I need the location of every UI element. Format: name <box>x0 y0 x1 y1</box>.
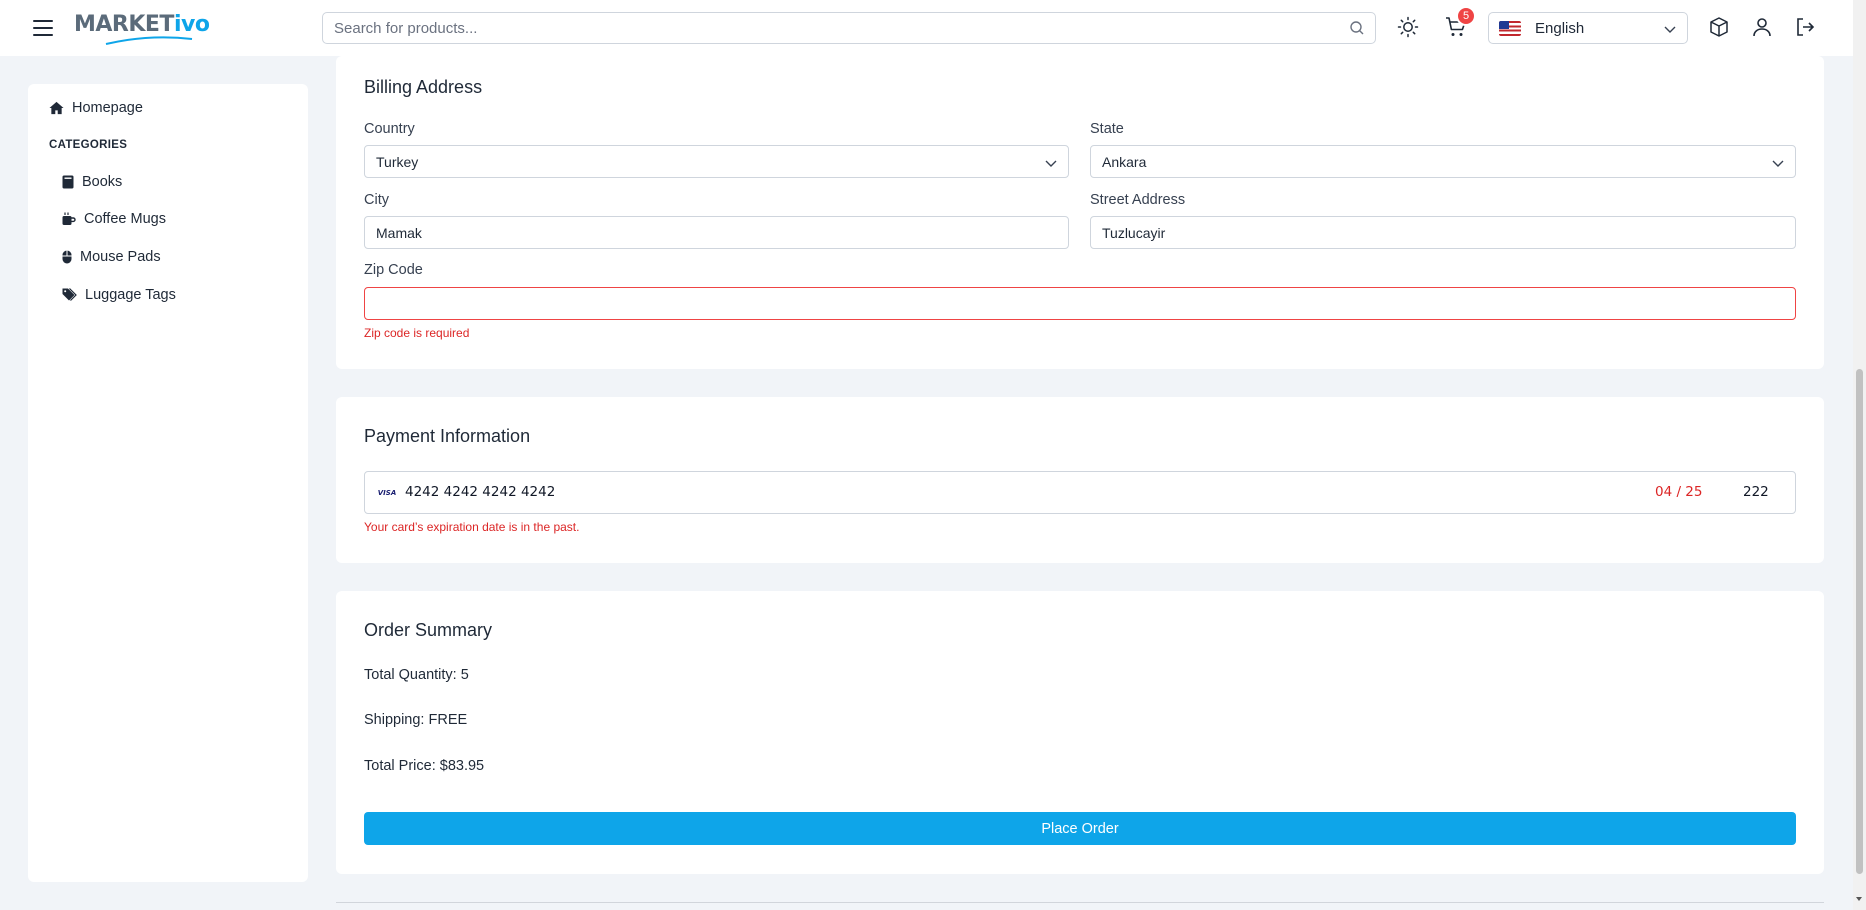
city-label: City <box>364 192 389 208</box>
sidebar-item-luggage-tags[interactable]: Luggage Tags <box>62 287 176 303</box>
card-error: Your card’s expiration date is in the pa… <box>364 520 580 534</box>
search-bar[interactable] <box>322 12 1376 44</box>
tags-icon <box>62 288 77 301</box>
card-cvc[interactable]: 222 <box>1743 484 1769 500</box>
country-label: Country <box>364 121 415 137</box>
total-price: Total Price: $83.95 <box>364 758 484 774</box>
visa-card-icon: VISA <box>377 489 397 497</box>
place-order-button[interactable]: Place Order <box>364 812 1796 845</box>
card-expiry[interactable]: 04 / 25 <box>1655 484 1703 500</box>
chevron-down-icon <box>1664 26 1676 33</box>
total-price-label: Total Price: <box>364 758 436 774</box>
sidebar-item-books[interactable]: Books <box>62 174 122 190</box>
zip-code-error: Zip code is required <box>364 326 470 340</box>
total-quantity: Total Quantity: 5 <box>364 667 469 683</box>
sidebar: Homepage CATEGORIES Books Coffee Mugs Mo… <box>28 84 308 882</box>
billing-address-card: Billing Address Country Turkey State Ank… <box>336 56 1824 369</box>
sidebar-item-label: Homepage <box>72 100 143 116</box>
total-quantity-value: 5 <box>460 667 469 683</box>
billing-address-title: Billing Address <box>364 77 483 97</box>
search-icon[interactable] <box>1349 20 1365 36</box>
city-value[interactable]: Mamak <box>376 225 422 241</box>
mug-icon <box>62 212 76 225</box>
menu-icon[interactable] <box>33 16 57 40</box>
total-quantity-label: Total Quantity: <box>364 667 457 683</box>
logout-icon[interactable] <box>1793 15 1817 39</box>
sidebar-item-label: Luggage Tags <box>85 287 176 303</box>
logo-swoosh-icon <box>105 36 193 45</box>
categories-heading: CATEGORIES <box>49 139 128 151</box>
shipping-label: Shipping: <box>364 712 425 728</box>
street-address-value[interactable]: Tuzlucayir <box>1102 225 1165 241</box>
sidebar-item-label: Books <box>82 174 123 190</box>
city-field[interactable]: Mamak <box>364 216 1069 249</box>
user-profile-icon[interactable] <box>1750 15 1774 39</box>
street-address-label: Street Address <box>1090 192 1186 208</box>
sidebar-item-coffee-mugs[interactable]: Coffee Mugs <box>62 211 166 227</box>
mouse-icon <box>62 250 72 264</box>
language-label: English <box>1535 19 1585 37</box>
search-input[interactable] <box>334 19 1375 37</box>
chevron-down-icon <box>1772 160 1784 167</box>
sidebar-item-homepage[interactable]: Homepage <box>49 100 143 116</box>
us-flag-icon <box>1499 20 1521 36</box>
zip-code-field[interactable] <box>364 287 1796 320</box>
sidebar-item-label: Coffee Mugs <box>84 211 166 227</box>
total-price-value: $83.95 <box>439 758 485 774</box>
state-value: Ankara <box>1102 153 1147 170</box>
top-navbar: MARKETivo 5 English <box>0 0 1853 56</box>
shipping: Shipping: FREE <box>364 712 467 728</box>
scroll-down-arrow-icon[interactable] <box>1856 897 1862 901</box>
scrollbar-thumb[interactable] <box>1856 369 1863 874</box>
country-value: Turkey <box>376 153 419 170</box>
sidebar-item-mouse-pads[interactable]: Mouse Pads <box>62 249 161 265</box>
cart-count-badge: 5 <box>1456 6 1476 26</box>
home-icon <box>49 101 64 115</box>
book-icon <box>62 175 74 189</box>
site-logo[interactable]: MARKETivo <box>74 12 210 37</box>
country-select[interactable]: Turkey <box>364 145 1069 178</box>
payment-information-title: Payment Information <box>364 426 531 446</box>
zip-code-label: Zip Code <box>364 262 423 278</box>
orders-box-icon[interactable] <box>1707 15 1731 39</box>
order-summary-card: Order Summary Total Quantity: 5 Shipping… <box>336 591 1824 874</box>
state-label: State <box>1090 121 1124 137</box>
sidebar-item-label: Mouse Pads <box>80 249 161 265</box>
shipping-value: FREE <box>428 712 468 728</box>
chevron-down-icon <box>1045 160 1057 167</box>
payment-information-card: Payment Information VISA 4242 4242 4242 … <box>336 397 1824 563</box>
street-address-field[interactable]: Tuzlucayir <box>1090 216 1796 249</box>
page-scrollbar[interactable] <box>1853 0 1866 910</box>
theme-toggle-sun-icon[interactable] <box>1396 15 1420 39</box>
card-input[interactable]: VISA 4242 4242 4242 4242 04 / 25 222 <box>364 471 1796 514</box>
order-summary-title: Order Summary <box>364 620 493 640</box>
language-select[interactable]: English <box>1488 12 1688 44</box>
card-number[interactable]: 4242 4242 4242 4242 <box>405 484 555 500</box>
footer-divider <box>336 902 1824 903</box>
state-select[interactable]: Ankara <box>1090 145 1796 178</box>
